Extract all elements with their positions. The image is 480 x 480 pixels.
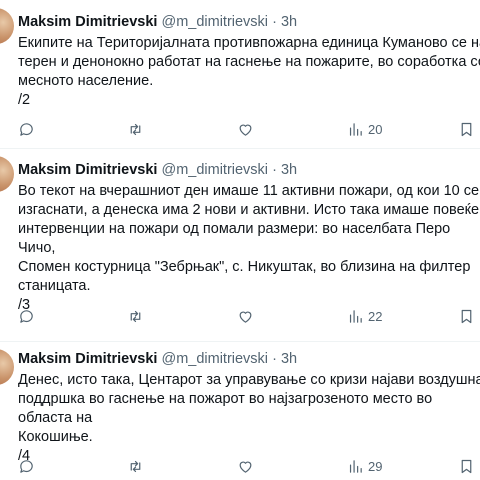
tweet-header: Maksim Dimitrievski @m_dimitrievski · 3h — [18, 13, 297, 31]
timestamp[interactable]: 3h — [281, 351, 297, 367]
heart-icon — [239, 311, 252, 323]
tweet-text: Екипите на Територијалната противпожарна… — [18, 35, 480, 108]
author-name[interactable]: Maksim Dimitrievski — [18, 351, 157, 367]
tweet-feed: Maksim Dimitrievski @m_dimitrievski · 3h… — [0, 0, 480, 480]
bookmark-button[interactable] — [458, 305, 475, 327]
author-handle[interactable]: @m_dimitrievski — [161, 14, 268, 30]
tweet-text: Во текот на вчерашниот ден имаше 11 акти… — [18, 183, 480, 313]
retweet-button[interactable] — [127, 118, 144, 140]
like-button[interactable] — [237, 305, 254, 327]
timestamp[interactable]: 3h — [281, 14, 297, 30]
bookmark-icon — [461, 459, 472, 473]
separator: · — [272, 351, 277, 367]
analytics-icon — [349, 309, 362, 323]
separator: · — [272, 14, 277, 30]
reply-button[interactable] — [18, 455, 35, 477]
heart-icon — [239, 461, 252, 473]
avatar[interactable] — [0, 156, 14, 192]
like-button[interactable] — [237, 455, 254, 477]
timestamp[interactable]: 3h — [281, 162, 297, 178]
retweet-icon — [130, 123, 141, 135]
views-button[interactable]: 20 — [347, 118, 382, 140]
tweet-header: Maksim Dimitrievski @m_dimitrievski · 3h — [18, 350, 297, 368]
author-name[interactable]: Maksim Dimitrievski — [18, 162, 157, 178]
comment-icon — [20, 309, 33, 323]
views-count: 20 — [368, 121, 383, 137]
tweet-header: Maksim Dimitrievski @m_dimitrievski · 3h — [18, 161, 297, 179]
tweet-actions: 20 — [0, 118, 480, 140]
comment-icon — [20, 459, 33, 473]
views-count: 22 — [368, 308, 383, 324]
author-name[interactable]: Maksim Dimitrievski — [18, 14, 157, 30]
like-button[interactable] — [237, 118, 254, 140]
comment-icon — [20, 122, 33, 136]
retweet-button[interactable] — [127, 455, 144, 477]
author-handle[interactable]: @m_dimitrievski — [161, 162, 268, 178]
bookmark-button[interactable] — [458, 118, 475, 140]
views-button[interactable]: 22 — [347, 305, 382, 327]
author-handle[interactable]: @m_dimitrievski — [161, 351, 268, 367]
analytics-icon — [349, 122, 362, 136]
retweet-icon — [130, 460, 141, 472]
tweet-actions: 29 — [0, 455, 480, 477]
tweet-actions: 22 — [0, 305, 480, 327]
heart-icon — [239, 124, 252, 136]
tweet[interactable]: Maksim Dimitrievski @m_dimitrievski · 3h… — [0, 148, 480, 342]
separator: · — [272, 162, 277, 178]
reply-button[interactable] — [18, 118, 35, 140]
avatar[interactable] — [0, 349, 14, 385]
avatar[interactable] — [0, 8, 14, 44]
tweet-text: Денес, исто така, Центарот за управување… — [18, 372, 480, 464]
views-button[interactable]: 29 — [347, 455, 382, 477]
retweet-icon — [130, 310, 141, 322]
reply-button[interactable] — [18, 305, 35, 327]
bookmark-button[interactable] — [458, 455, 475, 477]
bookmark-icon — [461, 122, 472, 136]
bookmark-icon — [461, 309, 472, 323]
retweet-button[interactable] — [127, 305, 144, 327]
analytics-icon — [349, 459, 362, 473]
tweet[interactable]: Maksim Dimitrievski @m_dimitrievski · 3h… — [0, 341, 480, 480]
views-count: 29 — [368, 458, 383, 474]
tweet[interactable]: Maksim Dimitrievski @m_dimitrievski · 3h… — [0, 0, 480, 149]
